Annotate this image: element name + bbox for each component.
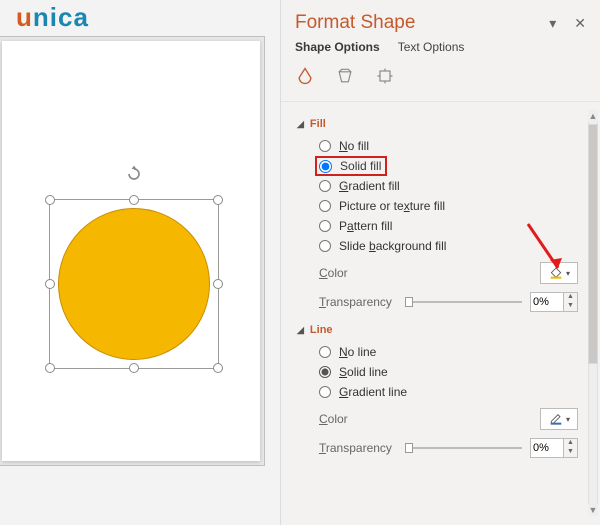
- tab-text-options[interactable]: Text Options: [398, 40, 465, 58]
- slider-thumb[interactable]: [405, 443, 413, 453]
- option-picture-fill[interactable]: Picture or texture fill: [295, 196, 578, 216]
- pane-tabs: Shape Options Text Options: [281, 38, 600, 58]
- pane-menu-dropdown-icon[interactable]: ▾: [549, 15, 556, 32]
- option-no-fill[interactable]: No fill: [295, 136, 578, 156]
- label-gradient-fill: Gradient fill: [339, 179, 400, 193]
- resize-handle-w[interactable]: [45, 279, 55, 289]
- line-transparency-slider[interactable]: [405, 447, 522, 449]
- line-transparency-row: Transparency ▲▼: [295, 432, 578, 460]
- pen-icon: [548, 410, 564, 429]
- line-color-button[interactable]: ▾: [540, 408, 578, 430]
- section-line-header[interactable]: ◢ Line: [297, 324, 578, 336]
- option-solid-line[interactable]: Solid line: [295, 362, 578, 382]
- chevron-down-icon: ▾: [566, 415, 570, 424]
- pane-scroll-area: ◢ Fill No fill Solid fill Gradient fill …: [281, 108, 588, 525]
- fill-color-button[interactable]: ▾: [540, 262, 578, 284]
- fill-color-label: Color: [319, 266, 405, 280]
- radio-picture-fill[interactable]: [319, 200, 331, 212]
- fill-line-icon[interactable]: [295, 66, 315, 91]
- label-solid-fill: Solid fill: [340, 159, 381, 173]
- option-slide-bg-fill[interactable]: Slide background fill: [295, 236, 578, 256]
- logo: unica: [16, 2, 89, 33]
- label-no-line: No line: [339, 345, 376, 359]
- size-properties-icon[interactable]: [375, 66, 395, 91]
- tab-shape-options[interactable]: Shape Options: [295, 40, 380, 58]
- line-transparency-spinner[interactable]: ▲▼: [530, 438, 578, 458]
- resize-handle-s[interactable]: [129, 363, 139, 373]
- close-icon[interactable]: ✕: [574, 15, 586, 32]
- label-slide-bg-fill: Slide background fill: [339, 239, 446, 253]
- section-fill-label: Fill: [310, 118, 326, 130]
- resize-handle-sw[interactable]: [45, 363, 55, 373]
- option-no-line[interactable]: No line: [295, 342, 578, 362]
- scrollbar-down-arrow-icon[interactable]: ▼: [588, 504, 598, 516]
- label-gradient-line: Gradient line: [339, 385, 407, 399]
- radio-no-fill[interactable]: [319, 140, 331, 152]
- slide-canvas[interactable]: [0, 36, 265, 466]
- radio-slide-bg-fill[interactable]: [319, 240, 331, 252]
- scrollbar-thumb[interactable]: [588, 124, 598, 364]
- logo-rest: nica: [33, 2, 89, 32]
- collapse-caret-icon: ◢: [297, 119, 304, 130]
- label-picture-fill: Picture or texture fill: [339, 199, 445, 213]
- logo-letter-u: u: [16, 2, 33, 32]
- selection-box[interactable]: [49, 199, 219, 369]
- spinner-arrows[interactable]: ▲▼: [564, 292, 578, 312]
- resize-handle-n[interactable]: [129, 195, 139, 205]
- line-color-row: Color ▾: [295, 402, 578, 432]
- resize-handle-nw[interactable]: [45, 195, 55, 205]
- label-pattern-fill: Pattern fill: [339, 219, 392, 233]
- resize-handle-ne[interactable]: [213, 195, 223, 205]
- line-color-label: Color: [319, 412, 405, 426]
- slide-page[interactable]: [2, 41, 260, 461]
- radio-no-line[interactable]: [319, 346, 331, 358]
- option-gradient-line[interactable]: Gradient line: [295, 382, 578, 402]
- radio-solid-fill[interactable]: [319, 160, 332, 173]
- radio-gradient-fill[interactable]: [319, 180, 331, 192]
- fill-color-row: Color ▾: [295, 256, 578, 286]
- radio-pattern-fill[interactable]: [319, 220, 331, 232]
- category-icons: [281, 58, 600, 102]
- rotate-handle[interactable]: [124, 164, 144, 184]
- radio-gradient-line[interactable]: [319, 386, 331, 398]
- paint-bucket-icon: [548, 264, 564, 283]
- fill-transparency-row: Transparency ▲▼: [295, 286, 578, 314]
- line-transparency-input[interactable]: [530, 438, 564, 458]
- section-fill-header[interactable]: ◢ Fill: [297, 118, 578, 130]
- fill-transparency-label: Transparency: [319, 295, 405, 309]
- spinner-arrows[interactable]: ▲▼: [564, 438, 578, 458]
- pane-header: Format Shape ▾ ✕: [281, 0, 600, 38]
- option-gradient-fill[interactable]: Gradient fill: [295, 176, 578, 196]
- resize-handle-se[interactable]: [213, 363, 223, 373]
- pane-title: Format Shape: [295, 12, 415, 34]
- radio-solid-line[interactable]: [319, 366, 331, 378]
- fill-transparency-spinner[interactable]: ▲▼: [530, 292, 578, 312]
- chevron-down-icon: ▾: [566, 269, 570, 278]
- label-solid-line: Solid line: [339, 365, 388, 379]
- fill-transparency-slider[interactable]: [405, 301, 522, 303]
- fill-transparency-input[interactable]: [530, 292, 564, 312]
- label-no-fill: No fill: [339, 139, 369, 153]
- slider-thumb[interactable]: [405, 297, 413, 307]
- format-shape-pane: Format Shape ▾ ✕ Shape Options Text Opti…: [280, 0, 600, 525]
- resize-handle-e[interactable]: [213, 279, 223, 289]
- option-solid-fill-highlighted[interactable]: Solid fill: [315, 156, 387, 176]
- pane-scrollbar[interactable]: ▲ ▼: [588, 110, 598, 516]
- circle-shape[interactable]: [58, 208, 210, 360]
- line-transparency-label: Transparency: [319, 441, 405, 455]
- collapse-caret-icon: ◢: [297, 325, 304, 336]
- section-line-label: Line: [310, 324, 333, 336]
- effects-icon[interactable]: [335, 66, 355, 91]
- scrollbar-up-arrow-icon[interactable]: ▲: [588, 110, 598, 122]
- option-pattern-fill[interactable]: Pattern fill: [295, 216, 578, 236]
